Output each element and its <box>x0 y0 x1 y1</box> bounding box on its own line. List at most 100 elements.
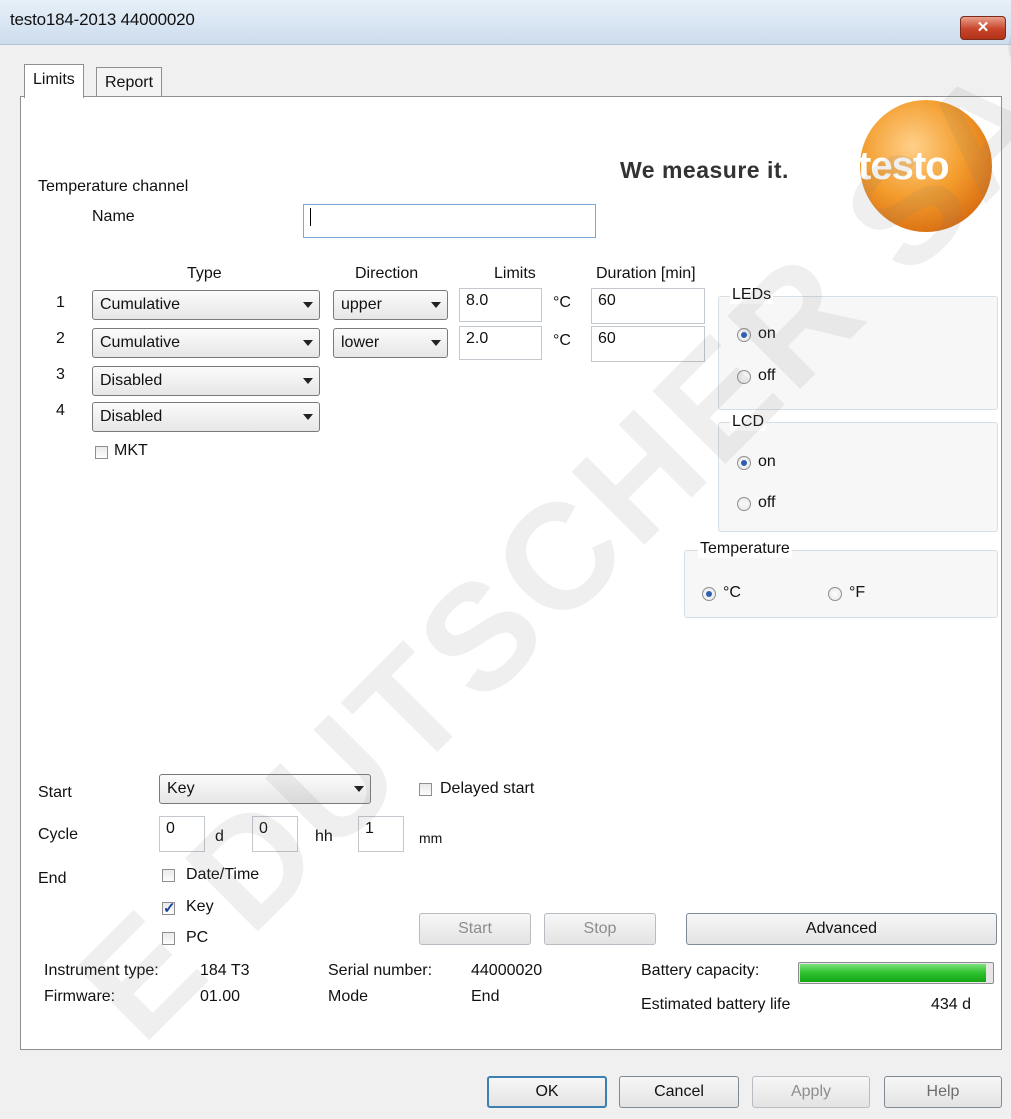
name-input[interactable] <box>303 204 596 238</box>
cycle-label: Cycle <box>38 826 79 843</box>
delayed-start-label: Delayed start <box>440 780 535 797</box>
lcd-title: LCD <box>730 413 767 431</box>
leds-on-label: on <box>758 325 776 342</box>
lcd-on-label: on <box>758 453 776 470</box>
serial-number-label: Serial number: <box>328 962 433 979</box>
leds-off-label: off <box>758 367 776 384</box>
estimated-battery-life-label: Estimated battery life <box>641 996 791 1013</box>
celsius-radio[interactable] <box>702 587 716 601</box>
leds-group <box>718 296 998 410</box>
stop-button[interactable]: Stop <box>544 913 656 945</box>
ok-button[interactable]: OK <box>487 1076 607 1108</box>
type-select-1[interactable]: Cumulative <box>92 290 320 320</box>
cycle-days-input[interactable]: 0 <box>159 816 205 852</box>
mode-value: End <box>471 988 500 1005</box>
temperature-unit-title: Temperature <box>698 540 792 558</box>
duration-input-2-value: 60 <box>598 330 616 347</box>
cycle-days-value: 0 <box>166 820 175 837</box>
delayed-start-checkbox[interactable] <box>419 783 432 796</box>
cycle-hours-unit: hh <box>315 828 333 845</box>
limit-input-1-value: 8.0 <box>466 292 489 309</box>
limit-input-2[interactable]: 2.0 <box>459 326 542 360</box>
direction-select-2-value: lower <box>341 334 380 351</box>
end-pc-checkbox[interactable] <box>162 932 175 945</box>
text-cursor <box>310 208 311 226</box>
row-number: 4 <box>56 402 65 419</box>
end-key-checkbox[interactable] <box>162 899 176 917</box>
start-button[interactable]: Start <box>419 913 531 945</box>
tab-limits[interactable]: Limits <box>24 64 84 98</box>
cycle-hours-value: 0 <box>259 820 268 837</box>
lcd-group <box>718 422 998 532</box>
lcd-off-label: off <box>758 494 776 511</box>
cancel-button[interactable]: Cancel <box>619 1076 739 1108</box>
duration-input-2[interactable]: 60 <box>591 326 705 362</box>
leds-title: LEDs <box>730 286 774 304</box>
estimated-battery-life-value: 434 d <box>931 996 972 1013</box>
leds-off-radio[interactable] <box>737 370 751 384</box>
limit-input-1[interactable]: 8.0 <box>459 288 542 322</box>
battery-capacity-fill <box>800 964 986 982</box>
lcd-off-radio[interactable] <box>737 497 751 511</box>
close-button[interactable]: ✕ <box>960 16 1006 40</box>
header-limits: Limits <box>494 265 536 282</box>
testo-logo-text: testo <box>858 144 950 188</box>
type-select-4-value: Disabled <box>100 408 163 425</box>
start-mode-select[interactable]: Key <box>159 774 371 804</box>
tab-report-label: Report <box>105 74 154 91</box>
title-bar: testo184-2013 44000020 ✕ <box>0 0 1011 45</box>
fahrenheit-label: °F <box>849 584 866 601</box>
mkt-checkbox[interactable] <box>95 446 108 459</box>
firmware-value: 01.00 <box>200 988 241 1005</box>
row-number: 3 <box>56 366 65 383</box>
chevron-down-icon <box>303 414 313 420</box>
chevron-down-icon <box>303 378 313 384</box>
close-icon: ✕ <box>976 19 990 36</box>
type-select-1-value: Cumulative <box>100 296 181 313</box>
end-label: End <box>38 870 67 887</box>
row-number: 2 <box>56 330 65 347</box>
type-select-4[interactable]: Disabled <box>92 402 320 432</box>
logo-slogan: We measure it. <box>620 157 789 183</box>
row-number: 1 <box>56 294 65 311</box>
lcd-on-radio[interactable] <box>737 456 751 470</box>
type-select-2[interactable]: Cumulative <box>92 328 320 358</box>
temperature-channel-label: Temperature channel <box>38 178 189 195</box>
cycle-hours-input[interactable]: 0 <box>252 816 298 852</box>
help-button[interactable]: Help <box>884 1076 1002 1108</box>
instrument-type-value: 184 T3 <box>200 962 250 979</box>
battery-capacity-bar <box>798 962 994 984</box>
chevron-down-icon <box>303 340 313 346</box>
direction-select-1[interactable]: upper <box>333 290 448 320</box>
cycle-days-unit: d <box>215 828 224 845</box>
duration-input-1-value: 60 <box>598 292 616 309</box>
header-direction: Direction <box>355 265 419 282</box>
direction-select-1-value: upper <box>341 296 382 313</box>
cycle-minutes-unit: mm <box>419 830 443 846</box>
fahrenheit-radio[interactable] <box>828 587 842 601</box>
direction-select-2[interactable]: lower <box>333 328 448 358</box>
leds-on-radio[interactable] <box>737 328 751 342</box>
type-select-3[interactable]: Disabled <box>92 366 320 396</box>
cycle-minutes-input[interactable]: 1 <box>358 816 404 852</box>
tab-report[interactable]: Report <box>96 67 163 97</box>
mode-label: Mode <box>328 988 369 1005</box>
start-label: Start <box>38 784 72 801</box>
duration-input-1[interactable]: 60 <box>591 288 705 324</box>
cycle-minutes-value: 1 <box>365 820 374 837</box>
firmware-label: Firmware: <box>44 988 116 1005</box>
type-select-2-value: Cumulative <box>100 334 181 351</box>
start-mode-value: Key <box>167 780 195 797</box>
mkt-label: MKT <box>114 442 148 459</box>
instrument-type-label: Instrument type: <box>44 962 159 979</box>
apply-button[interactable]: Apply <box>752 1076 870 1108</box>
type-select-3-value: Disabled <box>100 372 163 389</box>
limit-unit-1: °C <box>553 294 571 311</box>
name-label: Name <box>92 208 135 225</box>
chevron-down-icon <box>354 786 364 792</box>
celsius-label: °C <box>723 584 741 601</box>
end-datetime-checkbox[interactable] <box>162 869 175 882</box>
limit-input-2-value: 2.0 <box>466 330 489 347</box>
advanced-button[interactable]: Advanced <box>686 913 997 945</box>
tab-limits-label: Limits <box>33 71 75 88</box>
